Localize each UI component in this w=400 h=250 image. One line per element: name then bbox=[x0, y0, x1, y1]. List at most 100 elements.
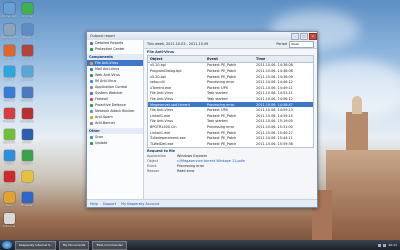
event-cell: Packed: PE_Patch bbox=[206, 63, 237, 68]
event-cell: Packed: PE_Patch bbox=[206, 130, 237, 135]
time-cell: 2011.10.06. 14:59:15 bbox=[256, 113, 293, 118]
table-header: Object Event Time bbox=[148, 56, 313, 63]
table-row[interactable]: v5.20.bpl Packed: PE_Patch 2011.10.06. 14:… bbox=[148, 63, 313, 69]
app-icon bbox=[21, 87, 33, 98]
app-icon bbox=[3, 3, 15, 14]
window-titlebar[interactable]: Outpost report – □ × bbox=[87, 32, 317, 40]
account-link[interactable]: My Kaspersky Account bbox=[121, 202, 159, 206]
desktop-icon-label: Firefox bbox=[4, 57, 14, 60]
column-header[interactable]: Event bbox=[207, 57, 256, 61]
desktop-icon[interactable]: Archive bbox=[20, 45, 34, 60]
desktop-icon[interactable]: Media bbox=[2, 150, 16, 165]
desktop-icon[interactable]: Folder bbox=[20, 129, 34, 144]
shield-icon bbox=[90, 47, 93, 51]
sidebar-item[interactable]: Anti-Banner bbox=[87, 120, 143, 126]
app-icon bbox=[3, 150, 15, 161]
sidebar-item[interactable]: Update bbox=[87, 140, 143, 146]
desktop-icon[interactable]: Browser bbox=[20, 192, 34, 207]
event-cell: Packed: UPX bbox=[206, 108, 228, 113]
desktop-icon[interactable]: Program bbox=[2, 108, 16, 123]
filter-bar: This week, 2011.10.03 - 2011.10.09 Perio… bbox=[144, 40, 317, 49]
date-range-text: This week, 2011.10.03 - 2011.10.09 bbox=[147, 42, 209, 46]
object-cell: File Anti-Virus bbox=[150, 91, 174, 96]
desktop-icon-label: Shortcut bbox=[21, 99, 33, 102]
column-header[interactable]: Object bbox=[148, 57, 207, 61]
report-icon bbox=[90, 41, 93, 45]
desktop-icon[interactable]: Player bbox=[20, 24, 34, 39]
close-button[interactable]: × bbox=[309, 32, 317, 40]
desktop-icon[interactable]: Firefox bbox=[2, 45, 16, 60]
volume-icon[interactable] bbox=[383, 243, 387, 247]
desktop-icon-label: Folder bbox=[22, 141, 32, 144]
taskbar-button[interactable]: My Documents bbox=[58, 240, 90, 250]
desktop-icon[interactable]: Shortcut bbox=[20, 87, 34, 102]
table-row[interactable]: Megaserver.upd.torrent Processing error 20… bbox=[148, 101, 313, 108]
building bbox=[326, 150, 400, 242]
time-cell: 2011.10.06. 14:49:11 bbox=[256, 85, 293, 90]
time-cell: 2011.10.06. 15:40:27 bbox=[256, 130, 293, 135]
desktop-icon[interactable]: Network bbox=[20, 66, 34, 81]
desktop-icon[interactable]: Computer bbox=[2, 3, 16, 18]
desktop-icon[interactable]: Mail bbox=[20, 171, 34, 186]
event-cell: Packed: UPX bbox=[206, 85, 228, 90]
table-row[interactable]: Linkall1.exe Packed: PE_Patch 2011.10.06. … bbox=[148, 130, 313, 136]
sidebar-item[interactable]: Protection Center bbox=[87, 46, 143, 52]
table-row[interactable]: File Anti-Virus Task started 2011.10.06. 1… bbox=[148, 91, 313, 97]
desktop-icon[interactable]: Internet bbox=[2, 87, 16, 102]
sidebar-item-label: File Anti-Virus bbox=[95, 61, 119, 65]
detail-value: Read error bbox=[177, 169, 195, 173]
object-cell: TLWelDell.exe bbox=[150, 141, 174, 146]
desktop-icon[interactable]: Chrome bbox=[20, 3, 34, 18]
desktop-icon[interactable]: Chrome bbox=[20, 150, 34, 165]
desktop-icon[interactable]: Antivirus bbox=[2, 213, 16, 228]
column-header[interactable]: Time bbox=[256, 57, 313, 61]
tower-top bbox=[352, 96, 362, 114]
table-row[interactable]: TLWelDell.exe Packed: PE_Patch 2011.10.06.… bbox=[148, 141, 313, 147]
desktop-icon[interactable]: Spyware bbox=[2, 129, 16, 144]
table-row[interactable]: ProgramDialog.bpl Packed: PE_Patch 2011.10… bbox=[148, 68, 313, 74]
sidebar-item-label: Anti-Spam bbox=[95, 115, 113, 119]
support-link[interactable]: Support bbox=[103, 202, 116, 206]
desktop-icon[interactable]: Opera bbox=[2, 171, 16, 186]
desktop-icon[interactable]: Skype bbox=[2, 66, 16, 81]
desktop-icon-label: Chrome bbox=[21, 15, 33, 18]
time-cell: 2011.10.06. 14:58:47 bbox=[256, 102, 293, 107]
table-row[interactable]: Tuliedeperament.exe Packed: PE_Patch 2011.… bbox=[148, 135, 313, 141]
desktop-icon[interactable]: Recycle Bin bbox=[2, 24, 16, 39]
object-cell: File Anti-Virus bbox=[150, 119, 174, 124]
minimize-button[interactable]: – bbox=[291, 32, 299, 40]
table-row[interactable]: v5.20.bpl Packed: PE_Patch 2011.10.06. 14:… bbox=[148, 74, 313, 80]
network-icon[interactable] bbox=[378, 243, 382, 247]
table-row[interactable]: uTorrent.exe Packed: UPX 2011.10.06. 14:49… bbox=[148, 85, 313, 91]
period-select[interactable]: Week bbox=[289, 40, 314, 48]
app-icon bbox=[3, 213, 15, 224]
maximize-button[interactable]: □ bbox=[300, 32, 308, 40]
table-row[interactable]: Linkall1.exe Packed: PE_Patch 2011.10.06. … bbox=[148, 113, 313, 119]
table-row[interactable]: BPGTR1400.CIn Processing error 2011.10.06.… bbox=[148, 124, 313, 130]
time-cell: 2011.10.06. 14:46:12 bbox=[256, 80, 293, 85]
table-row[interactable]: File Anti-Virus Packed: UPX 2011.10.06. 14… bbox=[148, 107, 313, 113]
taskbar-button[interactable]: Total Commander bbox=[92, 240, 127, 250]
desktop-icon[interactable]: Document bbox=[20, 108, 34, 123]
desktop-icon[interactable]: Tools bbox=[2, 192, 16, 207]
start-button[interactable] bbox=[2, 241, 12, 249]
table-row[interactable]: setup.dll Processing error 2011.10.06. 14:… bbox=[148, 79, 313, 85]
time-cell: 2011.10.06. 15:44:11 bbox=[256, 136, 293, 141]
period-filter: Period Week bbox=[276, 40, 314, 48]
help-link[interactable]: Help bbox=[90, 202, 98, 206]
network-icon bbox=[90, 109, 93, 113]
time-cell: 2011.10.06. 14:59:13 bbox=[256, 108, 293, 113]
time-cell: 2011.10.06. 14:38:08 bbox=[256, 63, 293, 68]
taskbar-button[interactable]: Kaspersky Internet S.. bbox=[15, 240, 56, 250]
app-icon bbox=[3, 192, 15, 203]
sidebar-item-label: Anti-Banner bbox=[95, 121, 116, 125]
object-cell: BPGTR1400.CIn bbox=[150, 124, 177, 129]
window-controls: – □ × bbox=[290, 32, 317, 40]
spam-icon bbox=[90, 115, 93, 119]
object-cell: v5.20.bpl bbox=[150, 74, 166, 79]
time-cell: 2011.10.06. 14:38:09 bbox=[256, 74, 293, 79]
clock[interactable]: 20:11 bbox=[388, 243, 397, 247]
table-row[interactable]: File Anti-Virus Task started 2011.10.06. 1… bbox=[148, 119, 313, 125]
desktop-icon-label: Internet bbox=[3, 99, 15, 102]
table-row[interactable]: File Anti-Virus Task started 2011.10.06. 1… bbox=[148, 96, 313, 102]
